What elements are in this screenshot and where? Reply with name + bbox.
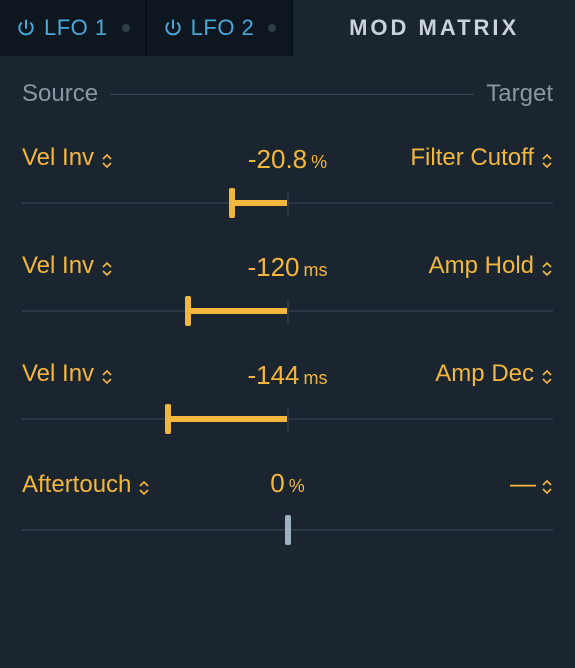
slider-thumb[interactable] [185, 296, 191, 326]
mod-rows: Vel Inv-20.8%Filter CutoffVel Inv-120msA… [0, 116, 575, 557]
value-number: -120 [247, 252, 299, 283]
tab-matrix-label: MOD MATRIX [349, 15, 519, 41]
target-select[interactable]: Filter Cutoff [410, 144, 553, 172]
header-target: Target [486, 80, 553, 108]
indicator-dot [268, 24, 276, 32]
source-select[interactable]: Aftertouch [22, 471, 150, 499]
amount-value[interactable]: -144ms [247, 360, 327, 391]
updown-icon [138, 476, 150, 494]
value-unit: ms [304, 368, 328, 389]
slider-fill [168, 416, 287, 422]
target-label: Amp Dec [435, 360, 534, 388]
header-source: Source [22, 80, 98, 108]
source-label: Aftertouch [22, 471, 131, 499]
value-number: 0 [270, 468, 284, 499]
value-unit: % [289, 476, 305, 497]
amount-value[interactable]: -20.8% [248, 144, 327, 175]
slider-thumb[interactable] [229, 188, 235, 218]
slider-thumb[interactable] [285, 515, 291, 545]
mod-row: Vel Inv -120ms Amp Hold [22, 230, 553, 338]
mod-row-labels: Aftertouch 0% — [22, 468, 553, 499]
updown-icon [101, 149, 113, 167]
tab-lfo2[interactable]: LFO 2 [147, 0, 294, 56]
slider-fill [188, 308, 287, 314]
source-select[interactable]: Vel Inv [22, 144, 113, 172]
mod-row: Aftertouch 0% — [22, 446, 553, 557]
target-label: Amp Hold [429, 252, 534, 280]
tab-lfo1[interactable]: LFO 1 [0, 0, 147, 56]
amount-slider[interactable] [22, 402, 553, 436]
target-label: — [510, 468, 534, 499]
amount-value[interactable]: -120ms [247, 252, 327, 283]
source-select[interactable]: Vel Inv [22, 360, 113, 388]
mod-row: Vel Inv -144ms Amp Dec [22, 338, 553, 446]
amount-slider[interactable] [22, 513, 553, 547]
updown-icon [541, 149, 553, 167]
amount-value[interactable]: 0% [270, 468, 304, 499]
updown-icon [101, 365, 113, 383]
value-number: -144 [247, 360, 299, 391]
indicator-dot [122, 24, 130, 32]
updown-icon [541, 257, 553, 275]
updown-icon [101, 257, 113, 275]
power-icon [16, 18, 36, 38]
column-header: Source Target [0, 56, 575, 116]
source-select[interactable]: Vel Inv [22, 252, 113, 280]
slider-fill [232, 200, 287, 206]
power-icon [163, 18, 183, 38]
mod-row-labels: Vel Inv -144ms Amp Dec [22, 360, 553, 388]
source-label: Vel Inv [22, 144, 94, 172]
source-label: Vel Inv [22, 360, 94, 388]
value-unit: ms [304, 260, 328, 281]
target-select[interactable]: Amp Hold [429, 252, 553, 280]
value-number: -20.8 [248, 144, 307, 175]
tab-mod-matrix[interactable]: MOD MATRIX [293, 0, 575, 56]
mod-row-labels: Vel Inv -20.8% Filter Cutoff [22, 144, 553, 172]
mod-row: Vel Inv -20.8% Filter Cutoff [22, 122, 553, 230]
tab-bar: LFO 1 LFO 2 MOD MATRIX [0, 0, 575, 56]
value-unit: % [311, 152, 327, 173]
header-divider [110, 94, 474, 95]
target-select[interactable]: — [510, 468, 553, 499]
tab-lfo2-label: LFO 2 [191, 15, 255, 41]
mod-row-labels: Vel Inv -120ms Amp Hold [22, 252, 553, 280]
target-label: Filter Cutoff [410, 144, 534, 172]
amount-slider[interactable] [22, 186, 553, 220]
updown-icon [541, 365, 553, 383]
tab-lfo1-label: LFO 1 [44, 15, 108, 41]
slider-thumb[interactable] [165, 404, 171, 434]
target-select[interactable]: Amp Dec [435, 360, 553, 388]
updown-icon [541, 475, 553, 493]
source-label: Vel Inv [22, 252, 94, 280]
amount-slider[interactable] [22, 294, 553, 328]
